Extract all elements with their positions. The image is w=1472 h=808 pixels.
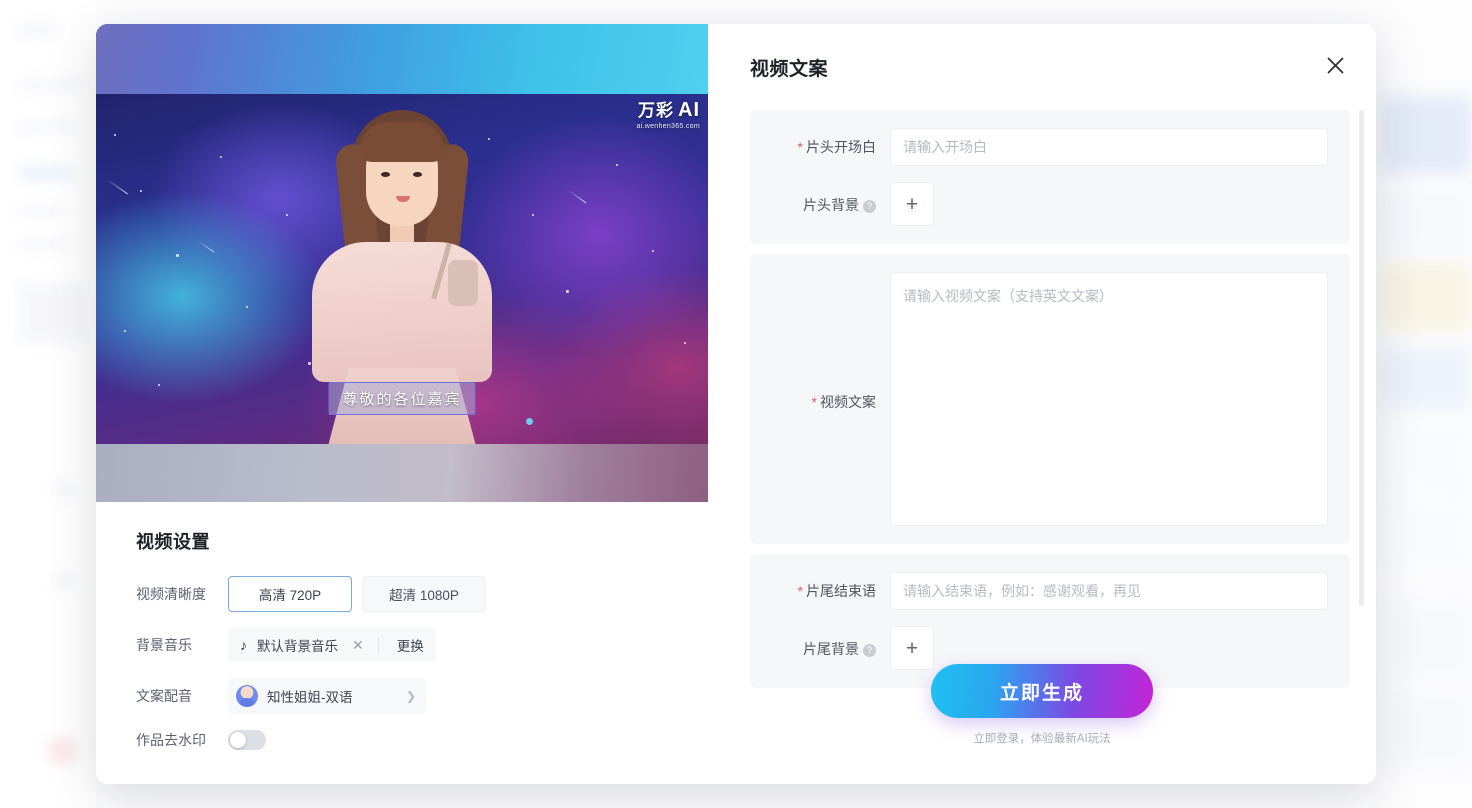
music-clear-icon[interactable]: ✕	[348, 637, 368, 654]
watermark-brand-text: 万彩	[638, 100, 674, 120]
opening-bg-label: 片头背景	[803, 197, 859, 213]
required-star: *	[797, 583, 803, 599]
music-label: 背景音乐	[136, 637, 192, 653]
settings-title: 视频设置	[136, 532, 210, 552]
script-card: * 视频文案	[750, 254, 1350, 544]
field-row-ending: * 片尾结束语	[772, 572, 1328, 610]
background-right-column	[1380, 0, 1472, 808]
background-chip	[18, 205, 66, 217]
generate-button[interactable]: 立即生成	[931, 664, 1153, 718]
field-row-script: * 视频文案	[772, 272, 1328, 526]
required-star: *	[811, 394, 817, 410]
background-card	[1388, 600, 1472, 678]
script-label: 视频文案	[820, 394, 876, 410]
voice-avatar	[236, 685, 258, 707]
preview-top-band	[96, 24, 708, 94]
music-change-button[interactable]: 更换	[389, 635, 424, 655]
music-name: 默认背景音乐	[257, 639, 338, 654]
right-column: 视频文案 *片头开场白 片头背景? +	[708, 24, 1376, 784]
video-settings-section: 视频设置 视频清晰度 高清 720P 超清 1080P 背景音乐 ♪ 默认背景音…	[96, 502, 708, 766]
quality-segmented-control: 高清 720P 超清 1080P	[228, 576, 486, 612]
required-star: *	[797, 139, 803, 155]
background-card	[1388, 690, 1472, 768]
video-preview[interactable]: 尊敬的各位嘉宾 万彩 AI ai.wenhen365.com	[96, 24, 708, 502]
ending-bg-label-wrap: 片尾背景?	[772, 626, 890, 659]
background-card	[1380, 262, 1472, 332]
background-chip	[52, 478, 74, 500]
toggle-knob	[230, 732, 246, 748]
close-icon[interactable]	[1322, 52, 1348, 78]
left-column: 尊敬的各位嘉宾 万彩 AI ai.wenhen365.com 视频设置 视频清晰…	[96, 24, 708, 784]
panel-title: 视频文案	[750, 59, 829, 80]
ending-bg-label: 片尾背景	[803, 641, 859, 657]
video-script-modal: 尊敬的各位嘉宾 万彩 AI ai.wenhen365.com 视频设置 视频清晰…	[96, 24, 1376, 784]
opening-bg-upload-button[interactable]: +	[890, 182, 934, 226]
preview-subtitle[interactable]: 尊敬的各位嘉宾	[328, 382, 476, 415]
watermark-label: 作品去水印	[136, 732, 206, 748]
field-row-opening: * 片头开场白	[772, 128, 1328, 166]
brand-watermark: 万彩 AI ai.wenhen365.com	[636, 100, 700, 130]
setting-row-music: 背景音乐 ♪ 默认背景音乐 ✕ 更换	[136, 628, 708, 662]
question-mark-icon[interactable]: ?	[863, 643, 876, 657]
cta-area: 立即生成 立即登录，体验最新AI玩法	[708, 664, 1376, 746]
script-label-wrap: * 视频文案	[772, 272, 890, 412]
field-row-opening-bg: 片头背景? +	[772, 182, 1328, 226]
opening-card: *片头开场白 片头背景? +	[750, 110, 1350, 244]
setting-row-quality: 视频清晰度 高清 720P 超清 1080P	[136, 576, 708, 612]
voice-label: 文案配音	[136, 688, 192, 704]
watermark-url: ai.wenhen365.com	[636, 123, 700, 130]
script-textarea[interactable]	[890, 272, 1328, 526]
ending-label: 片尾结束语	[806, 583, 876, 599]
background-chip	[52, 570, 74, 592]
background-chip	[18, 238, 70, 250]
background-card	[1380, 346, 1472, 410]
voice-name: 知性姐姐-双语	[267, 690, 353, 705]
login-hint[interactable]: 立即登录，体验最新AI玩法	[708, 730, 1376, 746]
music-note-icon: ♪	[240, 637, 247, 653]
ending-label-wrap: * 片尾结束语	[772, 572, 890, 601]
watermark-ai-logo: AI	[678, 99, 700, 121]
opening-label-wrap: * 片头开场白	[772, 128, 890, 157]
voice-selector[interactable]: 知性姐姐-双语 ❯	[228, 678, 426, 714]
setting-row-watermark: 作品去水印	[136, 730, 708, 750]
form-scrollbar[interactable]	[1359, 110, 1364, 606]
opening-bg-label-wrap: 片头背景?	[772, 182, 890, 215]
background-chip	[18, 165, 74, 181]
quality-label: 视频清晰度	[136, 586, 206, 602]
setting-row-voice: 文案配音 知性姐姐-双语 ❯	[136, 678, 708, 714]
background-music-control[interactable]: ♪ 默认背景音乐 ✕ 更换	[228, 628, 436, 662]
background-chip	[18, 282, 86, 344]
opening-label: 片头开场白	[806, 139, 876, 155]
background-card	[1388, 420, 1472, 490]
remove-watermark-toggle[interactable]	[228, 730, 266, 750]
ending-input[interactable]	[890, 572, 1328, 610]
opening-input[interactable]	[890, 128, 1328, 166]
background-card	[1380, 186, 1472, 256]
divider	[377, 637, 379, 653]
quality-option-720p[interactable]: 高清 720P	[228, 576, 352, 612]
background-card	[1388, 500, 1472, 570]
background-chip	[48, 738, 76, 764]
question-mark-icon[interactable]: ?	[863, 199, 876, 213]
preview-bottom-band	[96, 444, 708, 502]
background-card	[1380, 96, 1472, 174]
background-chip	[18, 22, 58, 38]
chevron-right-icon: ❯	[405, 689, 416, 703]
background-chip	[18, 78, 82, 92]
background-chip	[18, 120, 76, 134]
quality-option-1080p[interactable]: 超清 1080P	[362, 576, 486, 612]
